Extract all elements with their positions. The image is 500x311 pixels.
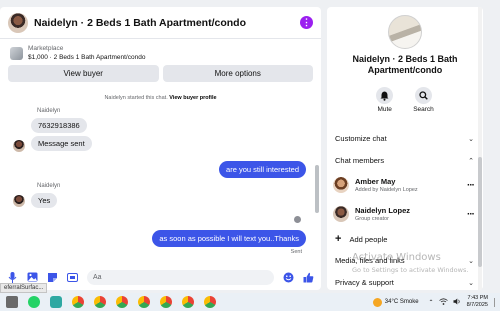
gif-icon[interactable] [67,272,78,283]
chevron-down-icon: ⌄ [468,257,474,265]
chat-panel: Naidelyn · 2 Beds 1 Bath Apartment/condo… [0,7,321,290]
message-bubble-outgoing[interactable]: are you still interested [219,161,306,178]
listing-thumbnail [10,46,23,60]
member-avatar [333,206,349,222]
system-note: Naidelyn started this chat. View buyer p… [104,95,217,101]
message-sender: Naidelyn [37,108,61,114]
search-button[interactable]: Search [413,87,434,113]
member-subtitle: Added by Naidelyn Lopez [355,187,418,193]
member-avatar [333,177,349,193]
chrome-icon[interactable] [138,296,150,308]
chevron-down-icon: ⌄ [468,135,474,143]
chrome-icon[interactable] [116,296,128,308]
volume-icon[interactable] [453,298,461,307]
system-tray[interactable]: ⌃ [429,297,461,307]
view-buyer-button[interactable]: View buyer [8,65,159,82]
more-horizontal-icon[interactable]: ··· [467,180,475,191]
notification-icon[interactable] [494,297,500,307]
mute-button[interactable]: Mute [376,87,394,113]
chrome-icon[interactable] [182,296,194,308]
clock[interactable]: 7:43 PM 8/7/2025 [467,295,488,309]
message-input[interactable]: Aa [87,269,274,285]
listing-price: $1,000 · 2 Beds 1 Bath Apartment/condo [28,54,146,61]
app-icon[interactable] [50,296,62,308]
search-icon [414,87,432,104]
wifi-icon[interactable] [438,297,448,307]
member-item[interactable]: Amber May Added by Naidelyn Lopez ··· [333,177,475,193]
member-item[interactable]: Naidelyn Lopez Group creator ··· [333,206,475,222]
chrome-icon[interactable] [204,296,216,308]
sent-status: Sent [290,249,302,255]
media-files-links-label: Media, files and links [335,256,405,265]
chevron-down-icon: ⌄ [468,279,474,287]
chevron-up-icon[interactable]: ⌃ [429,299,434,306]
taskbar: 34°C Smoke ⌃ 7:43 PM 8/7/2025 [0,293,500,311]
chat-members-label: Chat members [335,156,385,165]
message-bubble[interactable]: 7632918386 [31,118,87,133]
composer: Aa [0,264,321,290]
chrome-icon[interactable] [72,296,84,308]
clock-date: 8/7/2025 [466,302,488,308]
message-bubble[interactable]: Message sent [31,136,92,151]
chat-avatar[interactable] [8,12,28,33]
listing-kicker: Marketplace [28,45,64,52]
emoji-icon[interactable] [283,272,294,283]
member-subtitle: Group creator [355,216,389,222]
message-sender: Naidelyn [37,183,61,189]
mute-label: Mute [377,106,392,113]
message-list: Naidelyn started this chat. View buyer p… [0,92,321,262]
weather-text: 34°C Smoke [384,299,419,305]
weather-widget[interactable]: 34°C Smoke [372,297,419,307]
sun-icon [372,297,382,307]
member-name: Amber May [355,177,396,186]
scrollbar[interactable] [315,165,319,213]
add-people-row[interactable]: + Add people [333,233,474,245]
image-icon[interactable] [27,272,38,283]
message-bubble-outgoing[interactable]: as soon as possible I will text you..Tha… [152,230,306,247]
message-bubble[interactable]: Yes [31,193,58,208]
more-horizontal-icon[interactable]: ··· [467,209,475,220]
activate-windows-subtitle: Go to Settings to activate Windows. [352,266,469,274]
listing-photo[interactable] [388,15,422,49]
sender-avatar[interactable] [13,140,25,152]
details-panel: Naidelyn · 2 Beds 1 Bath Apartment/condo… [327,7,483,290]
chat-header: Naidelyn · 2 Beds 1 Bath Apartment/condo… [0,7,321,39]
media-files-links-row[interactable]: Media, files and links ⌄ [335,256,474,265]
sticker-icon[interactable] [47,272,58,283]
chrome-icon[interactable] [160,296,172,308]
seen-avatar-icon [294,216,301,223]
bell-icon [376,87,394,104]
more-icon[interactable]: ⋮ [300,16,313,29]
details-scrollbar-thumb[interactable] [478,157,482,267]
customize-chat-row[interactable]: Customize chat ⌄ [335,134,474,143]
privacy-support-row[interactable]: Privacy & support ⌄ [335,278,474,287]
microphone-icon[interactable] [7,271,18,283]
chevron-up-icon: ⌃ [468,157,474,165]
file-explorer-icon[interactable] [6,296,18,308]
more-options-button[interactable]: More options [162,65,313,82]
listing-summary[interactable]: Marketplace $1,000 · 2 Beds 1 Bath Apart… [0,39,321,65]
taskbar-tooltip: eferralSurfac... [0,283,48,293]
details-title: Naidelyn · 2 Beds 1 Bath Apartment/condo [352,54,458,75]
view-buyer-profile-link[interactable]: View buyer profile [169,95,216,101]
privacy-support-label: Privacy & support [335,278,394,287]
chrome-icon[interactable] [94,296,106,308]
member-name: Naidelyn Lopez [355,206,411,215]
customize-chat-label: Customize chat [335,134,387,143]
sender-avatar[interactable] [13,195,25,207]
whatsapp-icon[interactable] [28,296,40,308]
clock-time: 7:43 PM [467,295,488,301]
chat-members-row[interactable]: Chat members ⌃ [335,156,474,165]
add-people-label: Add people [349,234,388,244]
like-icon[interactable] [303,272,314,283]
chat-title[interactable]: Naidelyn · 2 Beds 1 Bath Apartment/condo [34,17,300,29]
search-label: Search [413,106,434,113]
plus-icon: + [335,233,342,245]
